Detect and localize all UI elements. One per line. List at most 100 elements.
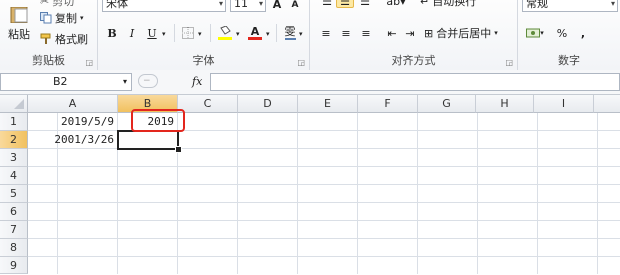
- font-name-combo[interactable]: 宋体 ▾: [102, 0, 226, 12]
- chevron-down-icon[interactable]: ▾: [611, 0, 615, 11]
- paint-bucket-icon: [218, 26, 232, 37]
- number-format-combo[interactable]: 常规 ▾: [522, 0, 618, 12]
- fill-handle[interactable]: [175, 146, 182, 153]
- column-header-h[interactable]: H: [476, 95, 534, 113]
- comma-button[interactable]: ,: [576, 24, 590, 42]
- chevron-down-icon: ▾: [80, 14, 84, 22]
- wrap-text-label: 自动换行: [432, 0, 477, 8]
- row-header-7[interactable]: 7: [0, 221, 28, 239]
- borders-icon: [182, 27, 194, 39]
- dialog-launcher-icon[interactable]: ◲: [505, 58, 513, 67]
- currency-icon: [526, 27, 541, 39]
- row-header-3[interactable]: 3: [0, 149, 28, 167]
- ribbon: 粘贴 ✂ 剪切 复制 ▾ 格式刷 剪贴板 ◲ 宋体 ▾ 11 ▾ A A B I…: [0, 0, 620, 71]
- phonetic-button[interactable]: 雯: [282, 24, 298, 42]
- cut-button[interactable]: ✂ 剪切: [40, 0, 96, 8]
- column-header-partial[interactable]: [594, 95, 620, 113]
- separator: [174, 24, 175, 42]
- italic-button[interactable]: I: [124, 24, 140, 42]
- insert-function-button[interactable]: fx: [192, 73, 208, 91]
- row-header-9[interactable]: 9: [0, 257, 28, 274]
- align-left-icon: ≡: [321, 26, 331, 40]
- accounting-format-button[interactable]: ▾: [524, 24, 546, 42]
- number-format-value: 常规: [526, 0, 548, 10]
- align-center-icon: ≡: [341, 26, 351, 40]
- format-painter-label: 格式刷: [55, 33, 88, 46]
- orientation-icon: ab▾: [386, 0, 406, 8]
- merge-center-label: 合并后居中: [436, 27, 492, 40]
- dialog-launcher-icon[interactable]: ◲: [85, 58, 93, 67]
- alignment-group: ☰ ☰ ☰ ab▾ ↵ 自动换行 ≡ ≡ ≡ ⇤ ⇥ ⊞ 合并后居中 ▾ 对齐方…: [310, 0, 518, 70]
- align-middle-button[interactable]: ☰: [336, 0, 354, 8]
- chevron-down-icon[interactable]: ▾: [236, 30, 240, 38]
- fill-color-swatch: [218, 37, 232, 40]
- row-header-5[interactable]: 5: [0, 185, 28, 203]
- column-header-f[interactable]: F: [358, 95, 418, 113]
- highlight-annotation: [131, 109, 185, 132]
- row-header-1[interactable]: 1: [0, 113, 28, 131]
- align-top-icon: ☰: [322, 0, 332, 8]
- row-header-8[interactable]: 8: [0, 239, 28, 257]
- paste-label: 粘贴: [8, 27, 30, 41]
- column-header-a[interactable]: A: [28, 95, 118, 113]
- increase-indent-button[interactable]: ⇥: [402, 24, 418, 42]
- grow-font-button[interactable]: A: [270, 0, 284, 12]
- align-right-button[interactable]: ≡: [358, 24, 374, 42]
- percent-button[interactable]: %: [554, 24, 570, 42]
- dialog-launcher-icon[interactable]: ◲: [297, 58, 305, 67]
- chevron-down-icon[interactable]: ▾: [219, 0, 223, 11]
- orientation-button[interactable]: ab▾: [384, 0, 408, 8]
- font-group-label: 字体: [192, 54, 215, 67]
- chevron-down-icon[interactable]: ▾: [259, 0, 263, 11]
- align-bottom-button[interactable]: ☰: [356, 0, 374, 8]
- chevron-down-icon[interactable]: ▾: [162, 30, 166, 38]
- chevron-down-icon[interactable]: ▾: [198, 30, 202, 38]
- align-top-button[interactable]: ☰: [318, 0, 336, 8]
- scissors-icon: ✂: [40, 0, 50, 8]
- decrease-indent-icon: ⇤: [387, 26, 397, 40]
- paste-icon: [8, 6, 30, 23]
- copy-button[interactable]: 复制 ▾: [40, 10, 96, 26]
- cell-a1[interactable]: 2019/5/9: [28, 113, 118, 131]
- column-header-d[interactable]: D: [238, 95, 298, 113]
- row-header-6[interactable]: 6: [0, 203, 28, 221]
- column-header-g[interactable]: G: [418, 95, 476, 113]
- paste-button[interactable]: 粘贴: [2, 0, 36, 48]
- format-painter-button[interactable]: 格式刷: [40, 31, 96, 47]
- separator: [276, 24, 277, 42]
- select-all-button[interactable]: [0, 95, 28, 113]
- merge-center-button[interactable]: ⊞ 合并后居中 ▾: [424, 24, 516, 42]
- active-cell-b2[interactable]: [117, 130, 179, 150]
- chevron-down-icon[interactable]: ▾: [299, 30, 303, 38]
- align-left-button[interactable]: ≡: [318, 24, 334, 42]
- formula-input[interactable]: [210, 73, 620, 91]
- column-header-c[interactable]: C: [178, 95, 238, 113]
- copy-label: 复制: [55, 12, 77, 25]
- name-box[interactable]: B2 ▾: [0, 73, 132, 91]
- borders-button[interactable]: [180, 24, 196, 42]
- cut-label: 剪切: [52, 0, 75, 8]
- cell-a2[interactable]: 2001/3/26: [28, 131, 118, 149]
- number-group: 常规 ▾ ▾ % , 数字: [518, 0, 620, 70]
- chevron-down-icon[interactable]: ▾: [123, 74, 127, 90]
- copy-icon: [40, 12, 52, 24]
- shrink-font-button[interactable]: A: [288, 0, 302, 12]
- column-header-i[interactable]: I: [534, 95, 594, 113]
- wrap-text-button[interactable]: ↵ 自动换行: [420, 0, 516, 8]
- bold-button[interactable]: B: [104, 24, 120, 42]
- column-header-e[interactable]: E: [298, 95, 358, 113]
- font-color-button[interactable]: A: [246, 24, 264, 42]
- font-size-combo[interactable]: 11 ▾: [230, 0, 266, 12]
- row-header-2[interactable]: 2: [0, 131, 28, 149]
- fill-color-button[interactable]: [216, 24, 234, 42]
- font-name-value: 宋体: [106, 0, 128, 10]
- align-center-button[interactable]: ≡: [338, 24, 354, 42]
- row-header-4[interactable]: 4: [0, 167, 28, 185]
- underline-button[interactable]: U: [144, 24, 160, 42]
- chevron-down-icon: ▾: [540, 29, 544, 37]
- chevron-down-icon[interactable]: ▾: [266, 30, 270, 38]
- font-color-swatch: [248, 37, 262, 40]
- align-right-icon: ≡: [361, 26, 371, 40]
- format-painter-icon: [40, 33, 52, 45]
- decrease-indent-button[interactable]: ⇤: [384, 24, 400, 42]
